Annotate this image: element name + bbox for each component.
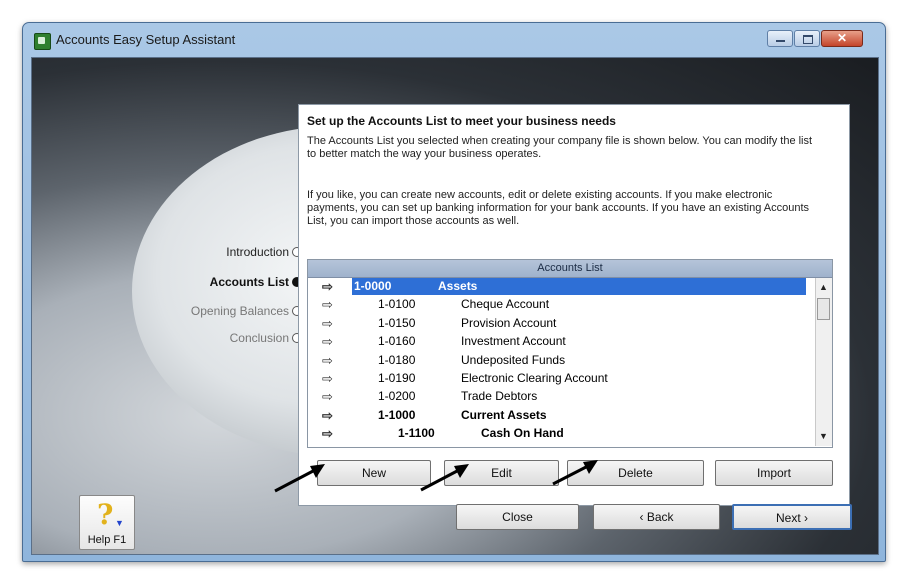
row-arrow-icon[interactable]: ⇨ <box>322 353 333 369</box>
row-arrow-icon[interactable]: ⇨ <box>322 316 333 332</box>
intro-paragraph: The Accounts List you selected when crea… <box>307 135 813 160</box>
delete-account-button[interactable]: Delete <box>567 460 704 486</box>
account-row[interactable]: ⇨ 1-0100 Cheque Account <box>308 296 816 314</box>
row-arrow-icon[interactable]: ⇨ <box>322 279 333 295</box>
accounts-list-rows: ⇨ 1-0000 Assets ⇨ 1-0100 Cheque Account ⇨ 1-015… <box>308 278 816 446</box>
wizard-steps: Introduction Accounts List Opening Balan… <box>132 244 302 345</box>
account-number: 1-0180 <box>378 352 416 367</box>
help-label: Help F1 <box>87 534 127 546</box>
account-number: 1-0000 <box>354 279 392 293</box>
account-row[interactable]: ⇨ 1-0000 Assets <box>308 278 816 296</box>
row-arrow-icon[interactable]: ⇨ <box>322 389 333 405</box>
minimize-button[interactable] <box>767 30 793 47</box>
maximize-button[interactable] <box>794 30 820 47</box>
accounts-list-header: Accounts List <box>308 260 832 278</box>
account-row[interactable]: ⇨ 1-0190 Electronic Clearing Account <box>308 370 816 388</box>
account-row[interactable]: ⇨ 1-0180 Undeposited Funds <box>308 352 816 370</box>
account-row[interactable]: ⇨ 1-1100 Cash On Hand <box>308 425 816 443</box>
account-name: Assets <box>438 279 478 293</box>
row-arrow-icon[interactable]: ⇨ <box>322 408 333 424</box>
import-accounts-button[interactable]: Import <box>715 460 833 486</box>
account-name: Investment Account <box>461 334 566 349</box>
account-row[interactable]: ⇨ 1-1000 Current Assets <box>308 407 816 425</box>
step-label: Introduction <box>226 244 289 259</box>
account-number: 1-0160 <box>378 334 416 349</box>
instructions-paragraph: If you like, you can create new accounts… <box>307 189 810 227</box>
step-label: Accounts List <box>209 274 289 289</box>
accounts-list-grid[interactable]: Accounts List ⇨ 1-0000 Assets ⇨ 1-0100 Cheque… <box>307 259 833 448</box>
setup-assistant-window: Accounts Easy Setup Assistant ✕ Introduc… <box>22 22 886 562</box>
scroll-down-icon[interactable]: ▼ <box>816 429 831 444</box>
row-arrow-icon[interactable]: ⇨ <box>322 371 333 387</box>
account-name: Trade Debtors <box>461 389 538 404</box>
help-dropdown-icon: ▼ <box>115 518 124 528</box>
row-arrow-icon[interactable]: ⇨ <box>322 334 333 350</box>
step-conclusion[interactable]: Conclusion <box>230 330 302 345</box>
step-opening-balances[interactable]: Opening Balances <box>191 303 302 318</box>
row-arrow-icon[interactable]: ⇨ <box>322 297 333 313</box>
panel-heading: Set up the Accounts List to meet your bu… <box>307 114 616 128</box>
account-number: 1-1100 <box>398 426 435 441</box>
step-introduction[interactable]: Introduction <box>226 244 302 259</box>
content-panel: Set up the Accounts List to meet your bu… <box>298 104 850 506</box>
account-number: 1-0200 <box>378 389 416 404</box>
account-row[interactable]: ⇨ 1-0160 Investment Account <box>308 333 816 351</box>
vertical-scrollbar[interactable]: ▲ ▼ <box>815 278 832 446</box>
close-button[interactable]: Close <box>456 504 579 530</box>
help-button[interactable]: ? ▼ Help F1 <box>79 495 135 550</box>
account-number: 1-0100 <box>378 297 416 312</box>
step-label: Conclusion <box>229 330 289 345</box>
selection-highlight <box>352 278 806 295</box>
account-row[interactable]: ⇨ 1-0150 Provision Account <box>308 315 816 333</box>
account-name: Electronic Clearing Account <box>461 370 608 385</box>
account-number: 1-1000 <box>378 407 416 422</box>
title-bar[interactable]: Accounts Easy Setup Assistant ✕ <box>23 23 885 57</box>
step-label: Opening Balances <box>190 303 289 318</box>
account-name: Provision Account <box>461 315 557 330</box>
next-button[interactable]: Next › <box>732 504 852 530</box>
wizard-body: Introduction Accounts List Opening Balan… <box>31 57 879 555</box>
account-number: 1-0150 <box>378 315 416 330</box>
new-account-button[interactable]: New <box>317 460 431 486</box>
row-arrow-icon[interactable]: ⇨ <box>322 426 333 442</box>
account-name: Current Assets <box>461 407 547 422</box>
account-name: Cheque Account <box>461 297 550 312</box>
step-accounts-list[interactable]: Accounts List <box>210 274 302 289</box>
back-button[interactable]: ‹ Back <box>593 504 720 530</box>
account-name: Cash On Hand <box>481 426 564 441</box>
edit-account-button[interactable]: Edit <box>444 460 559 486</box>
help-question-icon: ? <box>97 498 114 531</box>
scroll-up-icon[interactable]: ▲ <box>816 280 831 295</box>
account-number: 1-0190 <box>378 370 416 385</box>
window-title: Accounts Easy Setup Assistant <box>56 32 236 47</box>
scrollbar-thumb[interactable] <box>817 298 830 320</box>
app-icon <box>34 33 51 50</box>
close-window-button[interactable]: ✕ <box>821 30 863 47</box>
account-row[interactable]: ⇨ 1-0200 Trade Debtors <box>308 388 816 406</box>
account-name: Undeposited Funds <box>461 352 566 367</box>
